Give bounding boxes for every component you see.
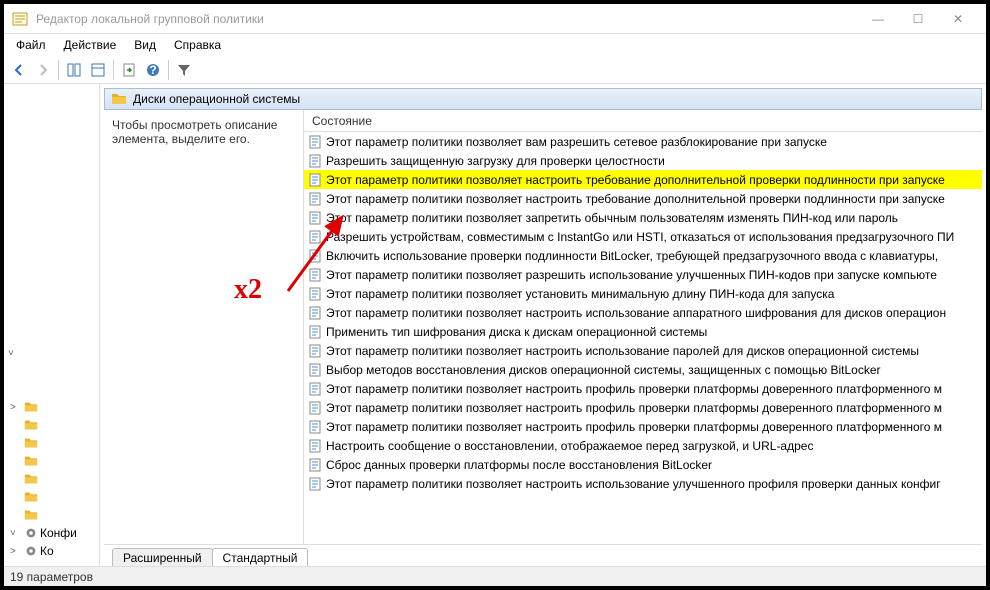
close-button[interactable]: ✕ <box>938 5 978 33</box>
menu-action[interactable]: Действие <box>56 36 125 54</box>
forward-button[interactable] <box>32 59 54 81</box>
list-item-label: Этот параметр политики позволяет настрои… <box>326 420 942 434</box>
svg-text:?: ? <box>149 63 156 77</box>
tab-standard[interactable]: Стандартный <box>212 548 309 566</box>
tree-chevron[interactable]: ˅ <box>8 344 20 362</box>
toolbar-separator <box>58 60 59 80</box>
list-item[interactable]: Этот параметр политики позволяет настрои… <box>304 170 982 189</box>
list-item-label: Этот параметр политики позволяет настрои… <box>326 477 941 491</box>
list-item[interactable]: Этот параметр политики позволяет настрои… <box>304 379 982 398</box>
list-item-label: Этот параметр политики позволяет настрои… <box>326 401 942 415</box>
toolbar-btn-1[interactable] <box>63 59 85 81</box>
list-item[interactable]: Разрешить устройствам, совместимым с Ins… <box>304 227 982 246</box>
maximize-button[interactable]: ☐ <box>898 5 938 33</box>
tree-item[interactable]: >Ко <box>10 542 93 560</box>
list-item-label: Этот параметр политики позволяет установ… <box>326 287 834 301</box>
list-item[interactable]: Этот параметр политики позволяет настрои… <box>304 189 982 208</box>
list-item[interactable]: Этот параметр политики позволяет настрои… <box>304 341 982 360</box>
list-item[interactable]: Этот параметр политики позволяет вам раз… <box>304 132 982 151</box>
folder-icon <box>111 91 127 107</box>
list-item-label: Этот параметр политики позволяет настрои… <box>326 306 946 320</box>
list-item-label: Выбор методов восстановления дисков опер… <box>326 363 881 377</box>
list-item[interactable]: Этот параметр политики позволяет настрои… <box>304 474 982 493</box>
list-item-label: Этот параметр политики позволяет настрои… <box>326 344 919 358</box>
window-title: Редактор локальной групповой политики <box>36 12 858 26</box>
minimize-button[interactable]: — <box>858 5 898 33</box>
toolbar-filter-button[interactable] <box>173 59 195 81</box>
description-pane: Чтобы просмотреть описание элемента, выд… <box>104 110 304 544</box>
list-item[interactable]: Разрешить защищенную загрузку для провер… <box>304 151 982 170</box>
menu-file[interactable]: Файл <box>8 36 54 54</box>
menu-view[interactable]: Вид <box>126 36 164 54</box>
list-item-label: Разрешить защищенную загрузку для провер… <box>326 154 665 168</box>
list-item[interactable]: Этот параметр политики позволяет разреши… <box>304 265 982 284</box>
titlebar: Редактор локальной групповой политики — … <box>4 4 986 34</box>
list-column-header[interactable]: Состояние <box>304 110 982 132</box>
right-pane: Диски операционной системы Чтобы просмот… <box>100 84 986 566</box>
list-body[interactable]: Этот параметр политики позволяет вам раз… <box>304 132 982 544</box>
back-button[interactable] <box>8 59 30 81</box>
menu-help[interactable]: Справка <box>166 36 229 54</box>
list-item-label: Этот параметр политики позволяет запрети… <box>326 211 898 225</box>
tree-item[interactable]: ˅Конфи <box>10 524 93 542</box>
list-item[interactable]: Настроить сообщение о восстановлении, от… <box>304 436 982 455</box>
menubar: Файл Действие Вид Справка <box>4 34 986 56</box>
list-item[interactable]: Этот параметр политики позволяет настрои… <box>304 417 982 436</box>
tree-item[interactable] <box>10 470 93 488</box>
list-item-label: Этот параметр политики позволяет настрои… <box>326 173 945 187</box>
tab-extended[interactable]: Расширенный <box>112 548 213 566</box>
tree-item[interactable]: > <box>10 398 93 416</box>
list-item-label: Разрешить устройствам, совместимым с Ins… <box>326 230 954 244</box>
app-window: Редактор локальной групповой политики — … <box>2 2 988 588</box>
tree-item-label: Конфи <box>40 526 77 540</box>
list-item-label: Включить использование проверки подлинно… <box>326 249 938 263</box>
toolbar-help-button[interactable]: ? <box>142 59 164 81</box>
toolbar-export-button[interactable] <box>118 59 140 81</box>
tree-item[interactable] <box>10 416 93 434</box>
split-view: Чтобы просмотреть описание элемента, выд… <box>104 110 982 544</box>
list-item-label: Этот параметр политики позволяет разреши… <box>326 268 937 282</box>
list-item-label: Этот параметр политики позволяет настрои… <box>326 382 942 396</box>
tree-item[interactable] <box>10 452 93 470</box>
tree-pane[interactable]: ˅ > ˅Конфи>Ко <box>4 84 100 566</box>
tree-item-label: Ко <box>40 544 54 558</box>
tab-bar: Расширенный Стандартный <box>104 544 982 566</box>
app-icon <box>12 11 28 27</box>
list-item[interactable]: Этот параметр политики позволяет запрети… <box>304 208 982 227</box>
content-area: ˅ > ˅Конфи>Ко Диски операционной системы … <box>4 84 986 566</box>
list-item[interactable]: Этот параметр политики позволяет настрои… <box>304 303 982 322</box>
list-item-label: Настроить сообщение о восстановлении, от… <box>326 439 813 453</box>
toolbar-separator <box>113 60 114 80</box>
toolbar-btn-2[interactable] <box>87 59 109 81</box>
statusbar: 19 параметров <box>4 566 986 586</box>
list-item[interactable]: Выбор методов восстановления дисков опер… <box>304 360 982 379</box>
toolbar: ? <box>4 56 986 84</box>
list-pane: Состояние Этот параметр политики позволя… <box>304 110 982 544</box>
tree-item[interactable] <box>10 506 93 524</box>
toolbar-separator <box>168 60 169 80</box>
path-label: Диски операционной системы <box>133 92 300 106</box>
list-item-label: Сброс данных проверки платформы после во… <box>326 458 712 472</box>
tree-item[interactable] <box>10 434 93 452</box>
list-item-label: Применить тип шифрования диска к дискам … <box>326 325 707 339</box>
tree-item[interactable] <box>10 488 93 506</box>
status-text: 19 параметров <box>10 570 93 584</box>
path-bar: Диски операционной системы <box>104 88 982 110</box>
column-state: Состояние <box>312 114 372 128</box>
list-item-label: Этот параметр политики позволяет настрои… <box>326 192 945 206</box>
description-text: Чтобы просмотреть описание <box>112 118 295 132</box>
list-item[interactable]: Применить тип шифрования диска к дискам … <box>304 322 982 341</box>
list-item[interactable]: Этот параметр политики позволяет установ… <box>304 284 982 303</box>
list-item[interactable]: Этот параметр политики позволяет настрои… <box>304 398 982 417</box>
list-item[interactable]: Сброс данных проверки платформы после во… <box>304 455 982 474</box>
list-item-label: Этот параметр политики позволяет вам раз… <box>326 135 827 149</box>
list-item[interactable]: Включить использование проверки подлинно… <box>304 246 982 265</box>
description-text: элемента, выделите его. <box>112 132 295 146</box>
